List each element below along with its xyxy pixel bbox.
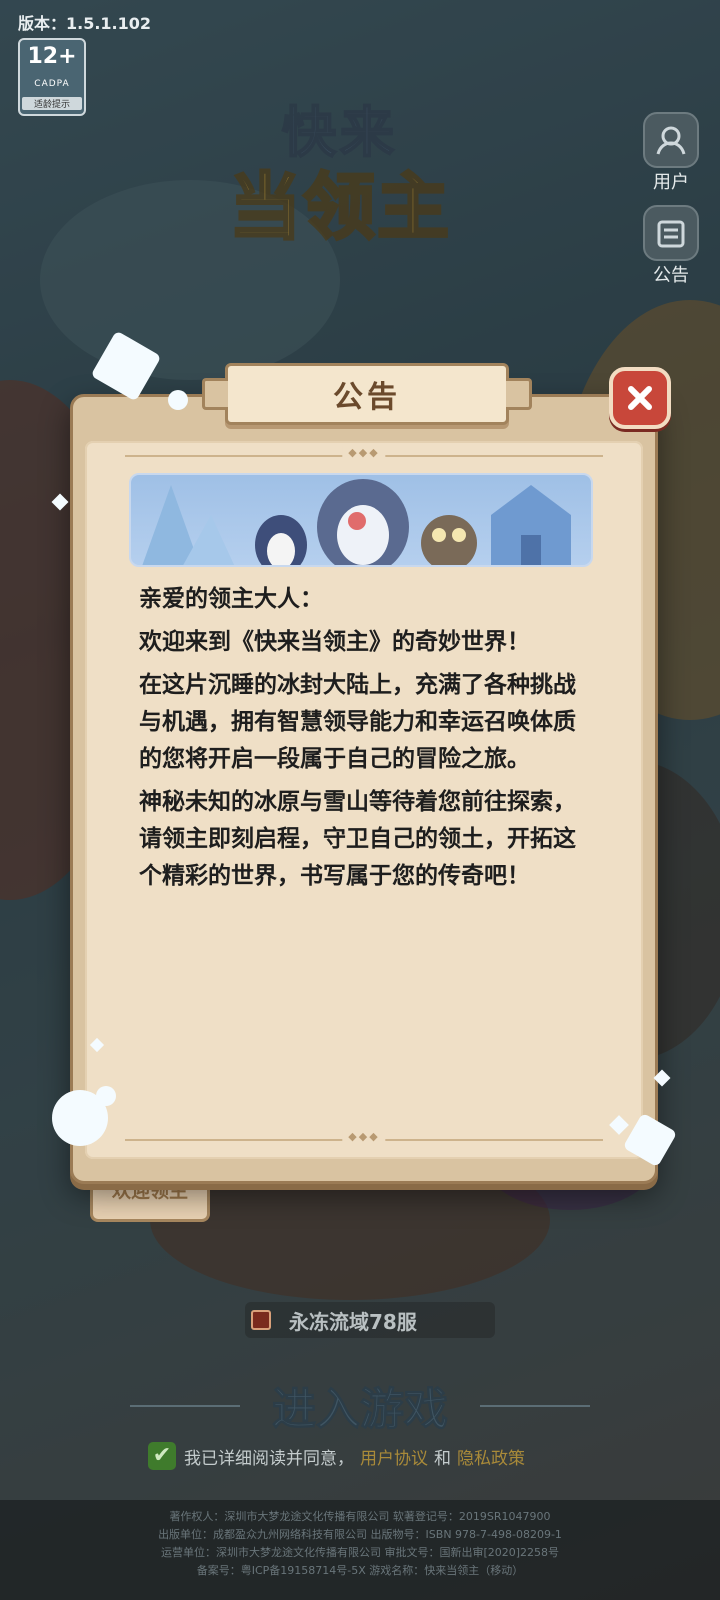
server-status-icon <box>251 1310 271 1330</box>
server-name: 永冻流域78服 <box>289 1309 417 1334</box>
notice-button-label: 公告 <box>653 265 689 286</box>
footer-line: 备案号：粤ICP备19158714号-5X 游戏名称：快来当领主（移动） <box>196 1564 524 1577</box>
age-rating-text: 12+ <box>27 44 77 69</box>
footer-line: 著作权人：深圳市大梦龙途文化传播有限公司 软著登记号：2019SR1047900 <box>169 1510 551 1523</box>
game-logo: 快来 当领主 <box>170 88 510 268</box>
snowflake-decoration <box>168 390 188 410</box>
age-rating-badge[interactable]: 12+ CADPA 适龄提示 <box>18 38 86 116</box>
version-label: 版本：1.5.1.102 <box>18 14 152 33</box>
agreement-and: 和 <box>434 1448 451 1469</box>
snowflake-decoration <box>96 1086 116 1106</box>
divider <box>125 1139 603 1141</box>
user-agreement-link[interactable]: 用户协议 <box>360 1444 428 1469</box>
close-icon <box>628 386 652 410</box>
close-button[interactable] <box>609 367 671 429</box>
logo-line1: 快来 <box>281 100 398 165</box>
server-selector[interactable]: 永冻流域78服 <box>245 1302 495 1338</box>
announcement-text: 亲爱的领主大人： 欢迎来到《快来当领主》的奇妙世界！ 在这片沉睡的冰封大陆上，充… <box>139 581 585 901</box>
user-icon <box>643 112 699 168</box>
copyright-footer: 著作权人：深圳市大梦龙途文化传播有限公司 软著登记号：2019SR1047900… <box>0 1500 720 1600</box>
agreement-text: 我已详细阅读并同意， <box>184 1448 354 1469</box>
notice-dialog: 公告 亲爱的领主大人： 欢迎来到 <box>70 363 671 1184</box>
announcement-paragraph: 亲爱的领主大人： <box>139 586 323 612</box>
age-rating-tip: 适龄提示 <box>22 97 82 110</box>
privacy-policy-link[interactable]: 隐私政策 <box>457 1444 525 1469</box>
announcement-banner-image <box>129 473 593 567</box>
announcement-paragraph: 欢迎来到《快来当领主》的奇妙世界！ <box>139 629 530 655</box>
enter-game-button[interactable]: 进入游戏 <box>130 1370 590 1440</box>
divider <box>125 455 603 457</box>
dialog-content: 亲爱的领主大人： 欢迎来到《快来当领主》的奇妙世界！ 在这片沉睡的冰封大陆上，充… <box>85 441 643 1159</box>
age-rating-org: CADPA <box>34 78 70 89</box>
announcement-paragraph: 神秘未知的冰原与雪山等待着您前往探索，请领主即刻启程，守卫自己的领土，开拓这个精… <box>139 789 576 889</box>
user-button[interactable]: 用户 <box>636 112 706 194</box>
agreement-checkbox[interactable]: ✔ <box>148 1442 176 1470</box>
notice-button[interactable]: 公告 <box>636 205 706 287</box>
logo-line2: 当领主 <box>227 165 451 249</box>
user-button-label: 用户 <box>653 172 689 193</box>
notice-icon <box>643 205 699 261</box>
dialog-title: 公告 <box>333 380 401 415</box>
agreement-row: ✔ 我已详细阅读并同意， 用户协议 和 隐私政策 <box>148 1442 531 1470</box>
footer-line: 运营单位：深圳市大梦龙途文化传播有限公司 审批文号：国新出审[2020]2258… <box>160 1546 560 1559</box>
announcement-paragraph: 在这片沉睡的冰封大陆上，充满了各种挑战与机遇，拥有智慧领导能力和幸运召唤体质的您… <box>139 672 576 772</box>
footer-line: 出版单位：成都盈众九州网络科技有限公司 出版物号：ISBN 978-7-498-… <box>158 1528 562 1541</box>
dialog-title-tab: 公告 <box>202 363 532 425</box>
